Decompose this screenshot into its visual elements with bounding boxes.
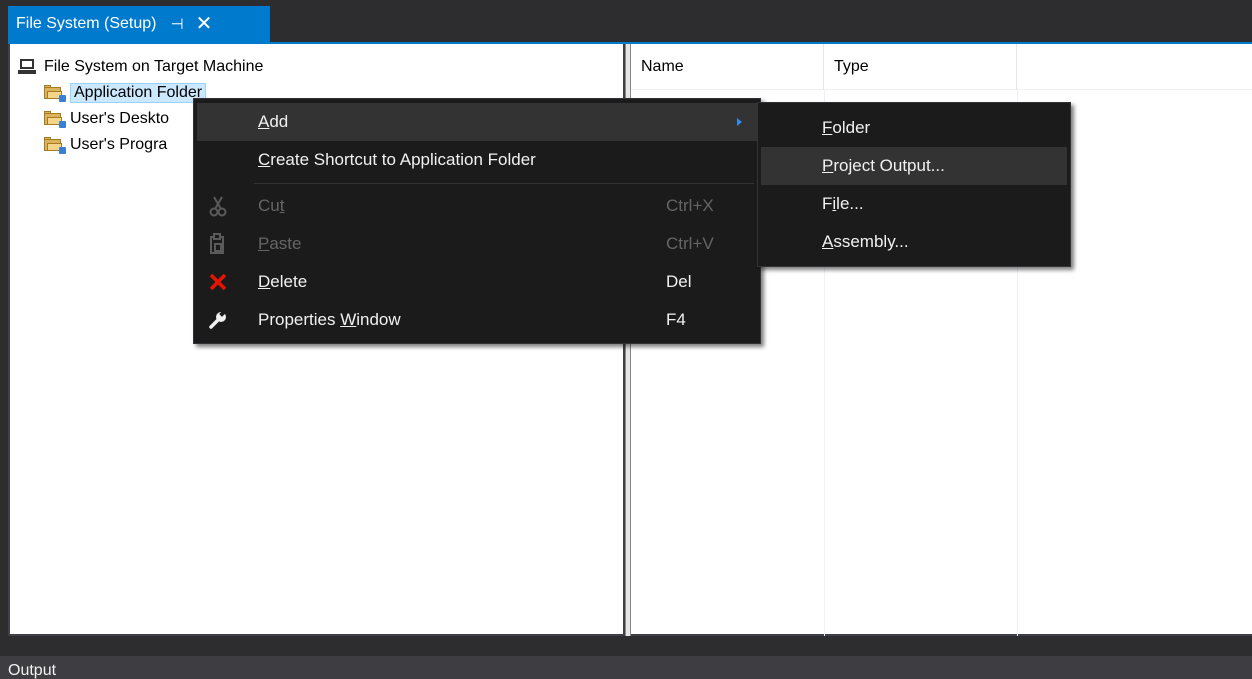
folder-icon — [44, 137, 66, 154]
menu-item-label: Assembly... — [822, 232, 909, 251]
bottom-dock-bar — [0, 636, 1252, 656]
computer-icon — [18, 59, 38, 75]
tree-item-label: Application Folder — [70, 83, 207, 103]
tree-root-label: File System on Target Machine — [44, 58, 264, 75]
close-icon[interactable]: ✕ — [196, 14, 213, 34]
menu-item-add[interactable]: Add — [197, 103, 757, 141]
wrench-icon — [205, 307, 231, 333]
menu-item-label: Paste — [258, 234, 302, 253]
submenu-item-folder[interactable]: Folder — [761, 109, 1067, 147]
menu-item-label: Project Output... — [822, 156, 945, 175]
tree-item-label: User's Progra — [70, 136, 168, 153]
paste-icon — [205, 231, 231, 257]
folder-icon — [44, 111, 66, 128]
menu-item-label: File... — [822, 194, 864, 213]
menu-item-label: Folder — [822, 118, 871, 137]
menu-item-create-shortcut[interactable]: Create Shortcut to Application Folder — [197, 141, 757, 179]
column-header-name[interactable]: Name — [631, 44, 824, 90]
delete-x-icon — [205, 269, 231, 295]
pin-icon[interactable]: ⊣ — [170, 15, 183, 33]
submenu-item-file[interactable]: File... — [761, 185, 1067, 223]
tab-title: File System (Setup) — [16, 15, 157, 32]
menu-item-shortcut: Ctrl+V — [666, 234, 714, 253]
folder-icon — [44, 85, 66, 102]
add-submenu: Folder Project Output... File... Assembl… — [757, 102, 1071, 267]
menu-item-label: Add — [258, 112, 289, 131]
submenu-arrow-icon — [737, 118, 742, 126]
menu-item-shortcut: Del — [666, 272, 692, 291]
menu-item-properties-window[interactable]: Properties Window F4 — [197, 301, 757, 339]
tree-item-label: User's Deskto — [70, 110, 170, 127]
list-header: Name Type — [631, 44, 1252, 90]
submenu-item-assembly[interactable]: Assembly... — [761, 223, 1067, 261]
menu-item-label: Properties Window — [258, 310, 401, 329]
tab-file-system-setup[interactable]: File System (Setup) ⊣ ✕ — [8, 6, 270, 42]
tree-root[interactable]: File System on Target Machine — [18, 54, 263, 80]
column-header-type[interactable]: Type — [824, 44, 1017, 90]
context-menu: Add Create Shortcut to Application Folde… — [193, 98, 761, 344]
scissors-icon — [205, 193, 231, 219]
menu-item-label: Create Shortcut to Application Folder — [258, 150, 536, 169]
menu-item-delete[interactable]: Delete Del — [197, 263, 757, 301]
output-window-tab[interactable]: Output — [0, 656, 1252, 679]
document-tab-strip: File System (Setup) ⊣ ✕ — [0, 0, 1252, 44]
menu-separator — [254, 183, 754, 184]
output-label: Output — [8, 662, 57, 679]
menu-item-shortcut: Ctrl+X — [666, 196, 714, 215]
menu-item-paste[interactable]: Paste Ctrl+V — [197, 225, 757, 263]
submenu-item-project-output[interactable]: Project Output... — [761, 147, 1067, 185]
menu-item-shortcut: F4 — [666, 310, 686, 329]
menu-item-label: Delete — [258, 272, 308, 291]
menu-item-cut[interactable]: Cut Ctrl+X — [197, 187, 757, 225]
menu-item-label: Cut — [258, 196, 285, 215]
